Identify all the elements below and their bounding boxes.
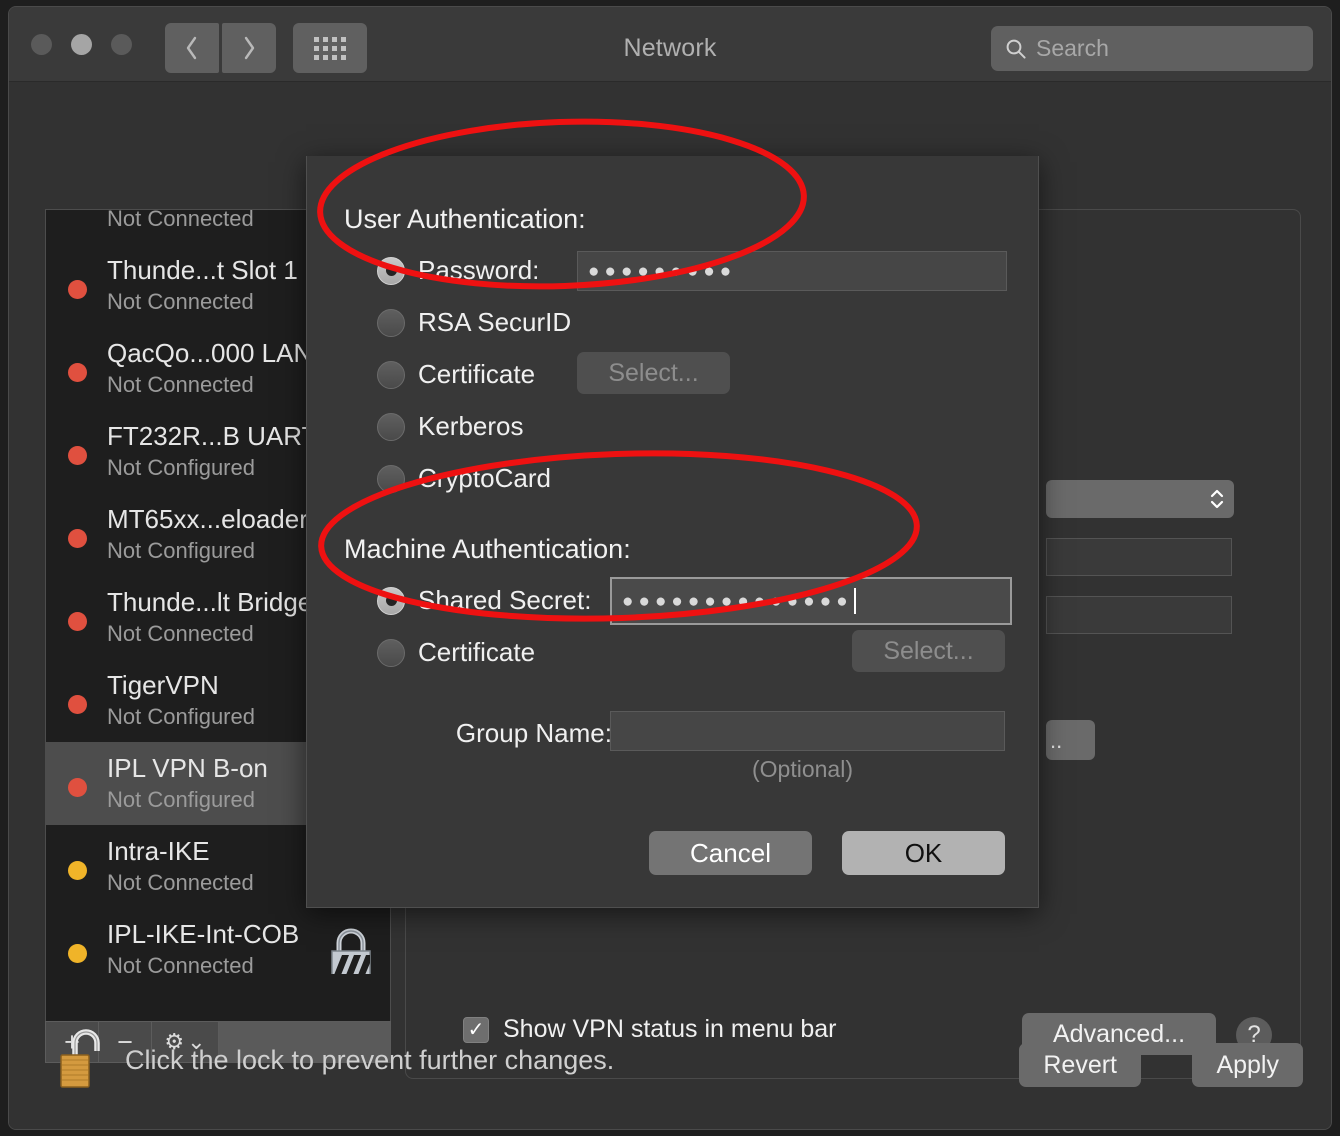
window-body: Not Connected Thunde...t Slot 1 Not Conn… [9,82,1331,1129]
lock-hint-text: Click the lock to prevent further change… [125,1045,615,1075]
radio-label: RSA SecurID [418,307,572,337]
revert-button[interactable]: Revert [1019,1043,1141,1087]
password-input[interactable]: ●●●●●●●●● [577,251,1007,291]
status-dot [68,695,87,714]
ok-button[interactable]: OK [842,831,1005,875]
radio-user-certificate[interactable]: Certificate [377,359,535,390]
radio-indicator [377,256,405,285]
authentication-settings-sheet: User Authentication: Password: ●●●●●●●●●… [306,156,1039,908]
password-value: ●●●●●●●●● [588,260,737,282]
radio-indicator [377,412,405,441]
machine-certificate-select-button[interactable]: Select... [852,630,1005,672]
radio-label: Shared Secret: [418,585,592,615]
radio-label: Kerberos [418,411,524,441]
shared-secret-value: ●●●●●●●●●●●●●● [622,590,853,612]
radio-shared-secret[interactable]: Shared Secret: [377,585,591,616]
radio-indicator [377,360,405,389]
stepper-arrows-icon [1210,489,1224,509]
search-placeholder: Search [1036,35,1109,61]
radio-indicator [377,638,405,667]
machine-authentication-heading: Machine Authentication: [344,534,631,564]
background-popup-menu[interactable] [1046,480,1234,518]
status-dot [68,778,87,797]
radio-rsa-securid[interactable]: RSA SecurID [377,307,571,338]
radio-cryptocard[interactable]: CryptoCard [377,463,551,494]
user-certificate-select-button[interactable]: Select... [577,352,730,394]
group-name-input[interactable] [610,711,1005,751]
search-input[interactable]: Search [991,26,1313,71]
radio-indicator [377,586,405,615]
status-dot [68,612,87,631]
open-padlock-icon [60,1029,100,1088]
network-preferences-window: Network Search Not Connected Thunde...t … [8,6,1332,1130]
status-dot [68,944,87,963]
radio-label: Certificate [418,637,536,667]
status-dot [68,363,87,382]
preferences-lock-button[interactable] [53,1025,109,1091]
radio-machine-certificate[interactable]: Certificate [377,637,535,668]
status-dot [68,280,87,299]
radio-indicator [377,308,405,337]
locked-padlock-icon [326,925,376,974]
status-dot [68,861,87,880]
radio-password[interactable]: Password: [377,255,539,286]
text-caret [853,588,856,614]
screen: Network Search Not Connected Thunde...t … [0,0,1340,1136]
radio-label: Password: [418,255,540,285]
preferences-bottom-bar: Click the lock to prevent further change… [9,1003,1331,1129]
group-name-label: Group Name: [455,718,612,748]
window-titlebar: Network Search [9,7,1331,82]
background-text-field-2[interactable] [1046,596,1232,634]
cancel-button[interactable]: Cancel [649,831,812,875]
status-dot [68,446,87,465]
radio-indicator [377,464,405,493]
background-text-field-1[interactable] [1046,538,1232,576]
radio-kerberos[interactable]: Kerberos [377,411,524,442]
status-dot [68,529,87,548]
shared-secret-input[interactable]: ●●●●●●●●●●●●●● [610,577,1012,625]
background-ellipsis-button[interactable]: .. [1046,720,1095,760]
radio-label: CryptoCard [418,463,551,493]
user-authentication-heading: User Authentication: [344,204,586,234]
search-icon [1006,39,1026,59]
apply-button[interactable]: Apply [1192,1043,1303,1087]
radio-label: Certificate [418,359,536,389]
group-name-hint: (Optional) [752,756,853,782]
list-item[interactable]: IPL-IKE-Int-COB Not Connected [46,908,390,974]
